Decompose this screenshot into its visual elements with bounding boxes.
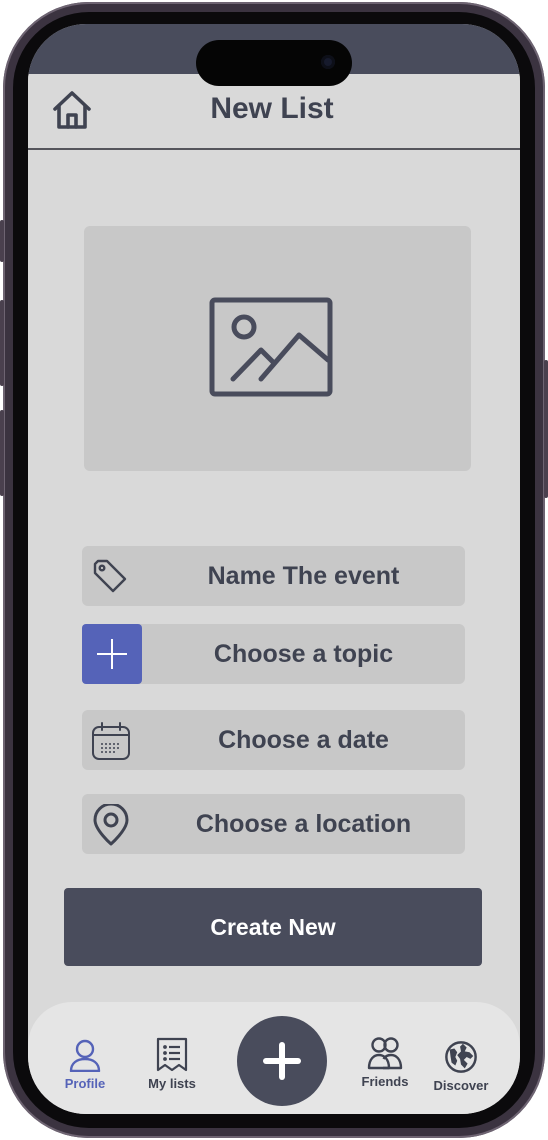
topic-label: Choose a topic	[213, 640, 394, 668]
action-button	[0, 220, 4, 262]
friends-icon	[367, 1037, 403, 1070]
location-pin-icon	[93, 804, 129, 846]
tab-my-lists-label: My lists	[148, 1076, 196, 1091]
calendar-icon	[92, 722, 130, 760]
location-label: Choose a location	[195, 810, 412, 838]
app-screen: New List Name The event Choose a topic C…	[28, 24, 520, 1114]
plus-icon	[97, 639, 127, 669]
tab-discover[interactable]: Discover	[421, 1040, 501, 1093]
volume-up-button	[0, 300, 4, 386]
add-button[interactable]	[237, 1016, 327, 1106]
tab-my-lists[interactable]: My lists	[132, 1036, 212, 1091]
cover-image-upload[interactable]	[84, 226, 471, 471]
date-picker[interactable]: Choose a date	[82, 710, 465, 770]
tab-discover-label: Discover	[433, 1078, 489, 1093]
list-icon	[156, 1037, 188, 1072]
volume-down-button	[0, 410, 4, 496]
globe-icon	[445, 1041, 477, 1073]
tab-friends[interactable]: Friends	[345, 1036, 425, 1089]
power-button	[544, 360, 548, 498]
location-picker[interactable]: Choose a location	[82, 794, 465, 854]
plus-icon	[263, 1042, 301, 1080]
tab-profile-label: Profile	[64, 1076, 106, 1091]
event-name-label: Name The event	[207, 562, 400, 590]
page-title-text: New List	[210, 92, 334, 125]
bottom-tab-bar: Profile My lists Friends Discover	[28, 1002, 520, 1114]
event-name-field[interactable]: Name The event	[82, 546, 465, 606]
topic-select[interactable]: Choose a topic	[82, 624, 465, 684]
tab-friends-label: Friends	[361, 1074, 409, 1089]
image-icon	[209, 297, 333, 397]
add-topic-button[interactable]	[82, 624, 142, 684]
front-camera	[321, 55, 335, 69]
tab-profile[interactable]: Profile	[45, 1038, 125, 1091]
tag-icon	[93, 559, 127, 593]
user-icon	[69, 1039, 101, 1072]
page-title: New List	[28, 92, 520, 126]
date-label: Choose a date	[218, 726, 389, 754]
create-new-button[interactable]: Create New	[64, 888, 482, 966]
